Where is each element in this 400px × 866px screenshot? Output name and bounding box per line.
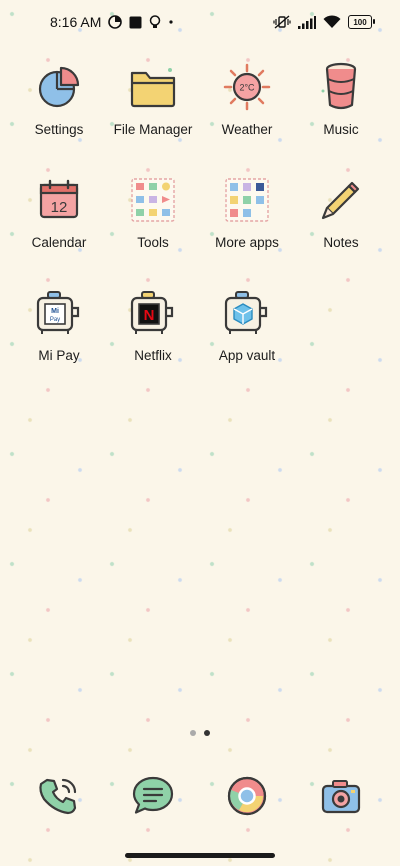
app-label: Weather xyxy=(221,122,273,137)
app-settings[interactable]: Settings xyxy=(12,58,106,152)
app-calendar[interactable]: 12 Calendar xyxy=(12,171,106,265)
drum-icon xyxy=(312,58,370,116)
status-bar: 8:16 AM 100 xyxy=(0,0,400,44)
app-mi-pay[interactable]: Mi Pay Mi Pay xyxy=(12,284,106,378)
phone-icon xyxy=(33,770,85,822)
app-file-manager[interactable]: File Manager xyxy=(106,58,200,152)
lightbulb-icon xyxy=(149,15,161,29)
weather-temp: 2°C xyxy=(239,83,255,93)
page-dot-2[interactable] xyxy=(204,730,210,736)
app-label: File Manager xyxy=(113,122,193,137)
settings-icon xyxy=(30,58,88,116)
sun-icon: 2°C xyxy=(218,58,276,116)
more-apps-folder-icon xyxy=(218,171,276,229)
app-label: Notes xyxy=(323,235,359,250)
camera-icon xyxy=(315,770,367,822)
dock-camera[interactable] xyxy=(294,770,388,822)
folder-icon xyxy=(124,58,182,116)
netflix-icon: N xyxy=(124,284,182,342)
app-label: App vault xyxy=(218,348,276,363)
app-label: Netflix xyxy=(134,348,172,363)
app-notes[interactable]: Notes xyxy=(294,171,388,265)
wifi-icon xyxy=(323,15,341,29)
app-vault-icon xyxy=(218,284,276,342)
signal-icon xyxy=(298,15,316,29)
dock-messages[interactable] xyxy=(106,770,200,822)
calendar-day: 12 xyxy=(51,199,68,216)
tools-folder-icon xyxy=(124,171,182,229)
vibrate-off-icon xyxy=(273,15,291,29)
data-saver-icon xyxy=(108,15,123,29)
battery-icon: 100 xyxy=(348,15,375,29)
dock-phone[interactable] xyxy=(12,770,106,822)
netflix-badge: N xyxy=(144,307,155,324)
mi-pay-icon: Mi Pay xyxy=(30,284,88,342)
clock: 8:16 AM xyxy=(50,14,102,30)
mi-pay-badge-line1: Mi xyxy=(51,308,59,315)
pencil-icon xyxy=(312,171,370,229)
app-tools-folder[interactable]: Tools xyxy=(106,171,200,265)
app-label: Tools xyxy=(137,235,169,250)
app-grid: Settings File Manager 2°C Weather Music … xyxy=(12,58,388,378)
messages-icon xyxy=(127,770,179,822)
status-right: 100 xyxy=(273,15,375,29)
app-weather[interactable]: 2°C Weather xyxy=(200,58,294,152)
notification-square-icon xyxy=(129,16,142,29)
more-notifications-dot-icon xyxy=(168,19,174,25)
app-label: Music xyxy=(323,122,359,137)
app-label: More apps xyxy=(215,235,279,250)
calendar-icon: 12 xyxy=(30,171,88,229)
dock xyxy=(12,770,388,822)
mi-pay-badge-line2: Pay xyxy=(50,317,60,323)
app-app-vault[interactable]: App vault xyxy=(200,284,294,378)
dock-chrome[interactable] xyxy=(200,770,294,822)
app-more-apps-folder[interactable]: More apps xyxy=(200,171,294,265)
page-indicator xyxy=(0,730,400,736)
app-label: Settings xyxy=(34,122,84,137)
page-dot-1[interactable] xyxy=(190,730,196,736)
app-label: Calendar xyxy=(31,235,87,250)
app-netflix[interactable]: N Netflix xyxy=(106,284,200,378)
app-label: Mi Pay xyxy=(38,348,80,363)
home-gesture-bar[interactable] xyxy=(125,853,275,858)
app-music[interactable]: Music xyxy=(294,58,388,152)
chrome-icon xyxy=(221,770,273,822)
status-left: 8:16 AM xyxy=(50,14,174,30)
